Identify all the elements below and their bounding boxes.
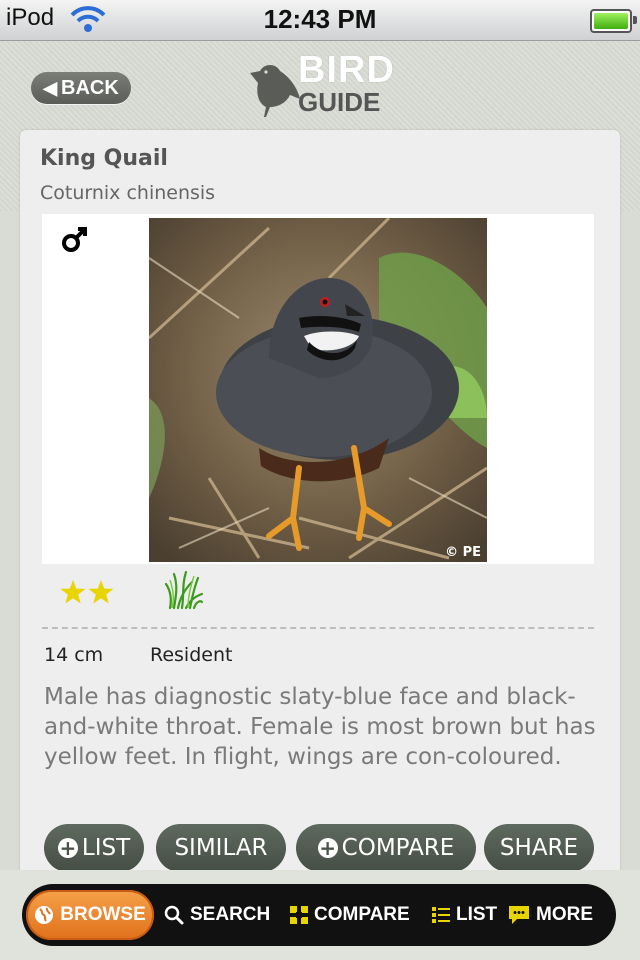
tab-search-label: SEARCH — [190, 904, 271, 925]
globe-icon — [35, 906, 54, 924]
residency-status: Resident — [150, 644, 233, 666]
plus-icon: + — [317, 836, 338, 860]
species-description: Male has diagnostic slaty-blue face and … — [44, 684, 596, 770]
similar-button[interactable]: SIMILAR — [156, 824, 286, 872]
bird-photo[interactable]: © PE — [149, 218, 487, 562]
status-bar: iPod 12:43 PM — [0, 0, 640, 41]
share-button[interactable]: SHARE — [484, 824, 594, 872]
add-to-list-label: LIST — [81, 835, 131, 861]
bird-logo-icon — [250, 65, 300, 117]
speech-bubble-icon — [509, 906, 529, 924]
add-to-compare-button[interactable]: + COMPARE — [296, 824, 476, 872]
tab-more[interactable]: MORE — [508, 890, 593, 940]
search-icon — [164, 905, 184, 925]
share-label: SHARE — [499, 835, 579, 861]
species-card: King Quail Coturnix chinensis © PE 14 cm… — [20, 130, 620, 872]
tab-bar: BROWSE SEARCH COMPARE LIST MORE — [22, 884, 616, 946]
tab-browse[interactable]: BROWSE — [26, 890, 154, 940]
tab-compare[interactable]: COMPARE — [290, 890, 410, 940]
back-button[interactable]: ◀ BACK — [31, 72, 131, 104]
add-to-compare-label: COMPARE — [341, 835, 455, 861]
tab-search[interactable]: SEARCH — [164, 890, 270, 940]
plus-icon: + — [57, 836, 78, 860]
add-to-list-button[interactable]: + LIST — [44, 824, 144, 872]
logo-word-guide: GUIDE — [298, 87, 381, 117]
bird-size: 14 cm — [44, 644, 104, 666]
list-icon — [432, 907, 450, 923]
clock: 12:43 PM — [263, 4, 377, 34]
species-common-name: King Quail — [40, 146, 168, 171]
back-arrow-icon: ◀ — [43, 77, 58, 98]
back-label: BACK — [61, 76, 119, 99]
logo-word-bird: BIRD — [298, 49, 395, 91]
male-symbol-icon — [62, 227, 87, 252]
battery-icon — [590, 9, 637, 33]
tab-more-label: MORE — [536, 904, 593, 925]
compare-icon — [290, 906, 308, 924]
similar-label: SIMILAR — [174, 835, 268, 861]
divider — [42, 627, 594, 629]
tab-list-label: LIST — [456, 904, 498, 925]
app-logo: BIRD GUIDE — [246, 49, 394, 119]
photo-credit: © PE — [445, 545, 481, 560]
tab-list[interactable]: LIST — [432, 890, 497, 940]
grassland-habitat-icon — [164, 570, 204, 610]
photo-panel[interactable]: © PE — [42, 214, 594, 564]
species-scientific-name: Coturnix chinensis — [40, 182, 216, 204]
rarity-stars-icon — [60, 580, 114, 604]
tab-compare-label: COMPARE — [314, 904, 410, 925]
tab-browse-label: BROWSE — [60, 904, 146, 925]
